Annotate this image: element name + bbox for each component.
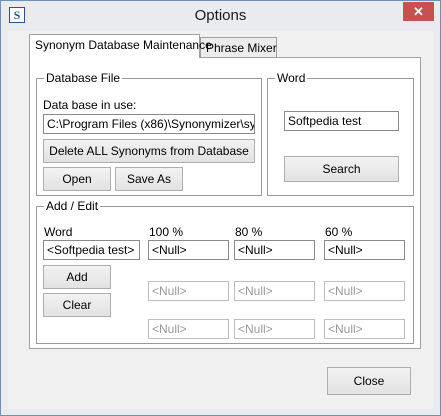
close-label: Close: [353, 374, 385, 388]
clear-label: Clear: [62, 298, 92, 312]
save-as-button[interactable]: Save As: [115, 167, 183, 191]
database-path-field[interactable]: C:\Program Files (x86)\Synonymizer\synon: [43, 114, 255, 134]
close-window-icon[interactable]: ✕: [403, 2, 434, 21]
window-title: Options: [194, 7, 247, 24]
delete-all-synonyms-button[interactable]: Delete ALL Synonyms from Database: [43, 139, 255, 163]
delete-all-synonyms-label: Delete ALL Synonyms from Database: [49, 144, 249, 158]
word-group: Word Softpedia test Search: [267, 71, 414, 196]
synonym-60-row2[interactable]: <Null>: [324, 281, 405, 301]
column-60-header: 60 %: [325, 225, 353, 239]
clear-button[interactable]: Clear: [43, 293, 111, 317]
save-as-label: Save As: [126, 172, 172, 186]
column-80-header: 80 %: [235, 225, 263, 239]
synonym-60-row3[interactable]: <Null>: [324, 319, 405, 339]
column-100-header: 100 %: [149, 225, 184, 239]
open-label: Open: [62, 172, 92, 186]
synonym-80-row1[interactable]: <Null>: [234, 240, 315, 260]
synonym-80-row2[interactable]: <Null>: [234, 281, 315, 301]
options-window: S Options ✕ Synonym Database Maintenance…: [0, 0, 441, 416]
word-legend: Word: [275, 71, 308, 85]
edit-word-field[interactable]: <Softpedia test>: [43, 240, 140, 260]
add-button[interactable]: Add: [43, 265, 111, 289]
word-column-header: Word: [44, 225, 73, 239]
title-bar: S Options ✕: [1, 1, 440, 31]
dialog-client: Synonym Database Maintenance Phrase Mixe…: [8, 31, 434, 409]
database-file-legend: Database File: [44, 71, 123, 85]
synonym-100-row2[interactable]: <Null>: [148, 281, 229, 301]
database-file-group: Database File Data base in use: C:\Progr…: [36, 71, 262, 196]
synonym-80-row3[interactable]: <Null>: [234, 319, 315, 339]
database-in-use-label: Data base in use:: [43, 98, 137, 112]
tab-panel: Database File Data base in use: C:\Progr…: [29, 57, 421, 349]
add-label: Add: [66, 270, 88, 284]
close-button[interactable]: Close: [327, 367, 411, 395]
synonym-100-row1[interactable]: <Null>: [148, 240, 229, 260]
open-button[interactable]: Open: [43, 167, 111, 191]
search-label: Search: [322, 162, 361, 176]
search-button[interactable]: Search: [284, 156, 399, 182]
synonym-100-row3[interactable]: <Null>: [148, 319, 229, 339]
tab-synonym-database-maintenance[interactable]: Synonym Database Maintenance: [29, 34, 212, 58]
synonym-60-row1[interactable]: <Null>: [324, 240, 405, 260]
word-search-input[interactable]: Softpedia test: [284, 111, 399, 131]
add-edit-legend: Add / Edit: [44, 199, 101, 213]
add-edit-group: Add / Edit Word 100 % 80 % 60 % <Softped…: [36, 199, 414, 344]
